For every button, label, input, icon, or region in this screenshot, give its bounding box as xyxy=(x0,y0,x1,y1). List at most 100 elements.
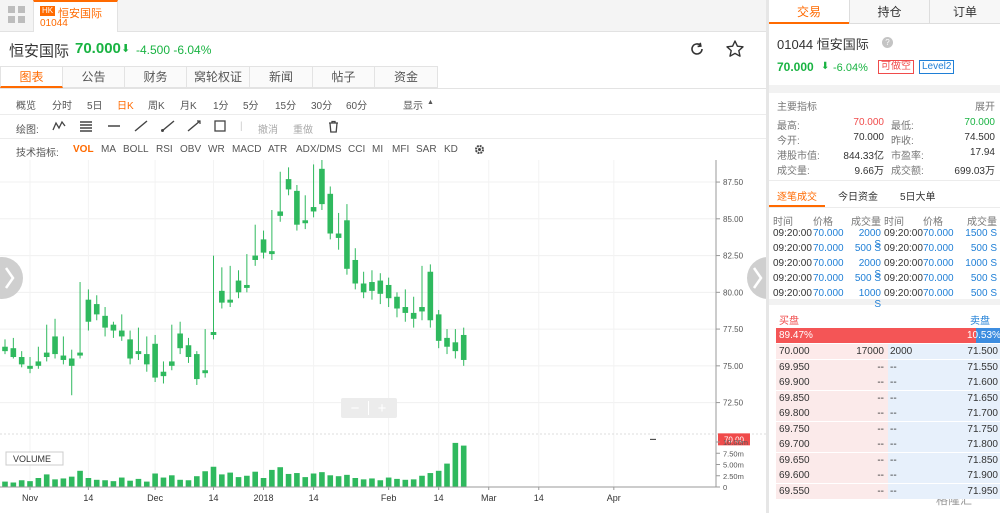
candle-body xyxy=(252,255,258,260)
candle-body xyxy=(135,351,142,355)
bid-volume: -- xyxy=(877,377,884,388)
tab-orders[interactable]: 订单 xyxy=(929,0,1000,24)
expand-button[interactable]: 展开 xyxy=(975,98,995,113)
trade-row: 09:20:00 70.000 1000 S 09:20:00 70.000 500 S xyxy=(769,287,1000,310)
orderbook-row: 69.650 -- -- 71.850 xyxy=(776,452,1000,468)
period-intraday[interactable]: 分时 xyxy=(52,97,72,112)
period-1min[interactable]: 1分 xyxy=(213,97,229,112)
period-30min[interactable]: 30分 xyxy=(311,97,332,112)
market-badge: HK xyxy=(40,6,56,16)
trade-cell: 1500 S xyxy=(965,228,997,239)
stat-value: 74.500 xyxy=(964,132,995,143)
indicator-rsi[interactable]: RSI xyxy=(156,144,173,155)
tab-warrants[interactable]: 窝轮权证 xyxy=(187,66,250,88)
indicator-sar[interactable]: SAR xyxy=(416,144,437,155)
volume-bar xyxy=(452,442,459,487)
candle-body xyxy=(194,354,200,380)
period-daily[interactable]: 日K xyxy=(117,97,134,112)
trade-row: 09:20:00 70.000 500 S 09:20:00 70.000 500 S xyxy=(769,242,1000,257)
indicator-mfi[interactable]: MFI xyxy=(392,144,409,155)
bid-price: 69.700 xyxy=(779,439,810,450)
indicator-kd[interactable]: KD xyxy=(444,144,458,155)
rectangle-icon[interactable] xyxy=(214,120,226,132)
volume-bar xyxy=(277,467,284,487)
tab-chart[interactable]: 图表 xyxy=(0,66,63,88)
undo-button[interactable]: 撤消 xyxy=(258,121,278,136)
stat-value: 70.000 xyxy=(853,132,884,143)
chevron-down-icon: ▲ xyxy=(427,99,434,106)
level2-badge[interactable]: Level2 xyxy=(919,60,955,74)
candle-body xyxy=(385,284,392,299)
orderbook-row: 70.000 17000 2000 71.500 xyxy=(776,344,1000,359)
stock-tab[interactable]: HK 恒安国际 01044 xyxy=(33,0,118,32)
volume-tick-label: 2.50m xyxy=(723,472,744,481)
period-overview[interactable]: 概览 xyxy=(16,97,36,112)
stat-value: 70.000 xyxy=(853,117,884,128)
zoom-in-button[interactable]: + xyxy=(378,400,387,417)
candle-body xyxy=(85,299,92,322)
indicator-wr[interactable]: WR xyxy=(208,144,225,155)
bid-price: 69.650 xyxy=(779,454,810,466)
ask-volume: -- xyxy=(890,454,897,466)
indicator-cci[interactable]: CCI xyxy=(348,144,365,155)
favorite-star-icon[interactable] xyxy=(725,39,745,59)
tab-capital[interactable]: 资金 xyxy=(375,66,438,88)
period-5day[interactable]: 5日 xyxy=(87,97,103,112)
candle-body xyxy=(227,299,233,303)
redo-button[interactable]: 重做 xyxy=(293,121,313,136)
ray-icon[interactable] xyxy=(161,120,175,132)
ask-volume: -- xyxy=(890,470,897,481)
indicator-atr[interactable]: ATR xyxy=(268,144,287,155)
candle-body xyxy=(143,354,150,365)
refresh-icon[interactable] xyxy=(688,40,706,58)
tab-trade[interactable]: 交易 xyxy=(769,0,849,24)
indicator-ma[interactable]: MA xyxy=(101,144,116,155)
horizontal-line-icon[interactable] xyxy=(107,120,121,132)
ask-price: 71.900 xyxy=(967,470,998,481)
candle-body xyxy=(60,355,67,360)
tab-news[interactable]: 新闻 xyxy=(250,66,313,88)
candle-body xyxy=(377,280,384,294)
trade-header-row: 时间 价格 成交量 时间 价格 成交量 xyxy=(769,212,1000,228)
period-weekly[interactable]: 周K xyxy=(148,97,165,112)
divider xyxy=(0,88,766,89)
trade-header: 成交量 xyxy=(851,217,881,228)
indicator-mi[interactable]: MI xyxy=(372,144,383,155)
tab-financials[interactable]: 财务 xyxy=(125,66,187,88)
tab-5day-large[interactable]: 5日大单 xyxy=(900,188,936,203)
sell-side-label: 卖盘 xyxy=(970,316,990,327)
volume-bar xyxy=(52,479,58,487)
indicator-adx[interactable]: ADX/DMS xyxy=(296,144,342,155)
next-arrow-button[interactable] xyxy=(747,257,766,299)
indicator-macd[interactable]: MACD xyxy=(232,144,261,155)
tab-posts[interactable]: 帖子 xyxy=(313,66,375,88)
period-60min[interactable]: 60分 xyxy=(346,97,367,112)
candle-body xyxy=(35,361,42,366)
volume-bar xyxy=(302,477,309,487)
app-grid-icon[interactable] xyxy=(8,6,26,24)
candlestick-chart[interactable]: 87.50 85.00 82.50 80.00 77.50 75.00 72.50 Nov 14… xyxy=(0,160,766,513)
indicator-obv[interactable]: OBV xyxy=(180,144,201,155)
period-monthly[interactable]: 月K xyxy=(180,97,197,112)
polyline-icon[interactable] xyxy=(52,120,66,132)
help-icon[interactable]: ? xyxy=(882,37,893,48)
fib-lines-icon[interactable] xyxy=(79,120,93,132)
bid-price: 70.000 xyxy=(779,346,810,357)
tab-positions[interactable]: 持仓 xyxy=(849,0,929,24)
period-15min[interactable]: 15分 xyxy=(275,97,296,112)
trash-icon[interactable] xyxy=(328,120,339,133)
trade-cell: 70.000 xyxy=(923,243,954,254)
segment-icon[interactable] xyxy=(134,120,148,132)
zoom-out-button[interactable]: − xyxy=(351,400,360,417)
tab-announcements[interactable]: 公告 xyxy=(63,66,125,88)
extended-line-icon[interactable] xyxy=(187,120,201,132)
display-dropdown[interactable]: 显示 xyxy=(403,97,423,112)
indicator-boll[interactable]: BOLL xyxy=(123,144,149,155)
tab-today-capital[interactable]: 今日资金 xyxy=(838,188,878,203)
indicator-vol[interactable]: VOL xyxy=(73,144,94,155)
period-5min[interactable]: 5分 xyxy=(243,97,259,112)
settings-gear-icon[interactable] xyxy=(473,143,486,156)
tab-tick-trades[interactable]: 逐笔成交 xyxy=(777,188,817,203)
orderbook-row: 69.800 -- -- 71.700 xyxy=(776,406,1000,421)
volume-bar xyxy=(210,466,217,487)
